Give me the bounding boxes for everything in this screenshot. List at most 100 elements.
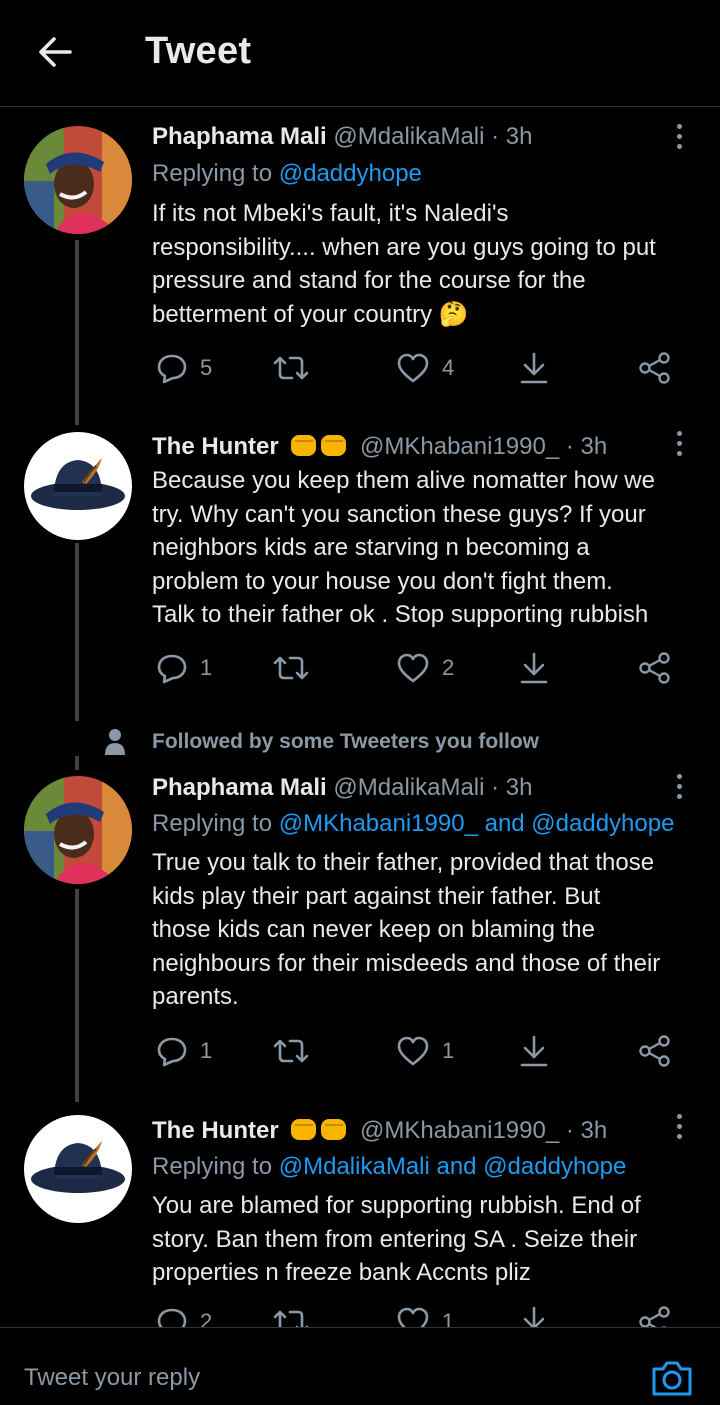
tweet-text: If its not Mbeki's fault, it's Naledi's … [152,197,712,331]
bookmark-icon [520,1035,548,1067]
thinking-face-emoji: 🤔 [438,300,469,328]
tweet-text-line: If its not Mbeki's fault, it's Naledi's [152,200,509,227]
replying-to-link[interactable]: @MdalikaMali and @daddyhope [279,1153,627,1180]
tweet-text-line: kids play their part against their fathe… [152,882,601,910]
tweet-text: You are blamed for supporting rubbish. E… [152,1189,712,1290]
page-title: Tweet [145,30,252,72]
tweet-text-line: properties n freeze bank Accnts pliz [152,1259,531,1286]
bookmark-button[interactable] [518,1033,550,1069]
replying-to-label: Replying to [152,160,279,187]
tweet-actions: 1 1 [152,1033,712,1069]
tweet-meta: The Hunter @MKhabani1990_ · 3h [152,1116,607,1149]
like-button[interactable]: 4 [396,350,454,386]
bookmark-button[interactable] [518,650,550,686]
more-options-button[interactable] [676,124,684,152]
retweet-button[interactable] [272,350,322,386]
retweet-icon [273,356,309,380]
more-options-icon [676,774,684,799]
tweet-text-line: try. Why can't you sanction these guys? … [152,500,646,528]
reply-count: 1 [200,1038,213,1063]
replying-to-label: Replying to [152,1153,279,1180]
camera-button[interactable] [650,1358,694,1398]
reply-button[interactable]: 5 [156,350,212,386]
tweet-meta: Phaphama Mali @MdalikaMali · 3h [152,774,533,802]
like-icon [397,653,429,683]
author-handle[interactable]: @MdalikaMali [333,123,484,150]
replying-to-label: Replying to [152,810,279,837]
more-options-icon [676,431,684,456]
reply-count: 5 [200,355,213,380]
like-button[interactable]: 2 [396,650,454,686]
tweet-meta: Phaphama Mali @MdalikaMali · 3h [152,123,533,151]
like-button[interactable]: 1 [396,1033,454,1069]
tweet-text: True you talk to their father, provided … [152,846,712,1014]
reply-icon [157,654,187,684]
tweet-time: · 3h [565,1117,608,1144]
tweet-meta: The Hunter @MKhabani1990_ · 3h [152,432,607,465]
tweet-text-line: story. Ban them from entering SA . Seize… [152,1225,638,1253]
retweet-button[interactable] [272,1033,322,1069]
share-button[interactable] [638,650,672,686]
replying-to: Replying to @daddyhope [152,160,422,188]
tweet-text-line: neighbours for their misdeeds and those … [152,949,661,977]
tweet-text-line: Talk to their father ok . Stop supportin… [152,601,649,628]
share-icon [639,352,670,384]
tweet-text-line: neighbors kids are starving n becoming a [152,534,590,561]
avatar[interactable] [24,432,132,540]
back-button[interactable] [34,30,78,74]
reply-button[interactable]: 1 [156,650,212,686]
thread-line [75,240,79,425]
person-icon [105,729,125,755]
replying-to-link[interactable]: @daddyhope [279,160,422,187]
author-handle[interactable]: @MKhabani1990_ [360,433,559,460]
author-name[interactable]: Phaphama Mali [152,123,327,150]
bookmark-icon [520,652,548,684]
tweet-text-line: True you talk to their father, provided … [152,849,655,876]
thread-line [75,543,79,721]
tweet-text: Because you keep them alive nomatter how… [152,464,712,632]
author-name[interactable]: Phaphama Mali [152,774,327,801]
tweet-text-line: You are blamed for supporting rubbish. E… [152,1192,641,1219]
author-name[interactable]: The Hunter [152,433,279,460]
retweet-icon [273,1039,309,1063]
tweet-text-line: those kids can never keep on blaming the [152,916,595,943]
tweet-time: · 3h [491,774,533,801]
like-count: 4 [442,355,455,380]
retweet-icon [273,656,309,680]
replying-to: Replying to @MKhabani1990_ and @daddyhop… [152,810,674,838]
social-context: Followed by some Tweeters you follow [104,728,539,756]
more-options-icon [676,124,684,149]
reply-button[interactable]: 1 [156,1033,212,1069]
more-options-button[interactable] [676,1114,684,1142]
author-handle[interactable]: @MKhabani1990_ [360,1117,559,1144]
retweet-button[interactable] [272,650,322,686]
reply-icon [157,1037,187,1067]
replying-to: Replying to @MdalikaMali and @daddyhope [152,1153,626,1181]
more-options-button[interactable] [676,431,684,459]
more-options-button[interactable] [676,774,684,802]
top-app-bar: Tweet [0,0,720,107]
bookmark-button[interactable] [518,350,550,386]
tweet-text-line: Because you keep them alive nomatter how… [152,467,655,494]
back-arrow-icon [39,37,72,67]
camera-icon [652,1361,692,1396]
author-handle[interactable]: @MdalikaMali [333,774,484,801]
replying-to-link[interactable]: @MKhabani1990_ and @daddyhope [279,810,675,837]
reply-count: 1 [200,655,213,680]
tweet-time: · 3h [491,123,533,150]
share-button[interactable] [638,350,672,386]
tweet-text-line: problem to your house you don't fight th… [152,567,613,595]
more-options-icon [676,1114,684,1139]
avatar[interactable] [24,1115,132,1223]
avatar[interactable] [24,776,132,884]
tweet-actions: 5 4 [152,350,712,386]
share-icon [639,652,670,684]
share-button[interactable] [638,1033,672,1069]
avatar[interactable] [24,126,132,234]
author-name[interactable]: The Hunter [152,1117,279,1144]
thread-line [75,889,79,1102]
reply-input[interactable]: Tweet your reply [24,1364,200,1392]
reply-composer: Tweet your reply [0,1327,720,1405]
tweet-actions: 1 2 [152,650,712,686]
like-icon [397,1036,429,1066]
